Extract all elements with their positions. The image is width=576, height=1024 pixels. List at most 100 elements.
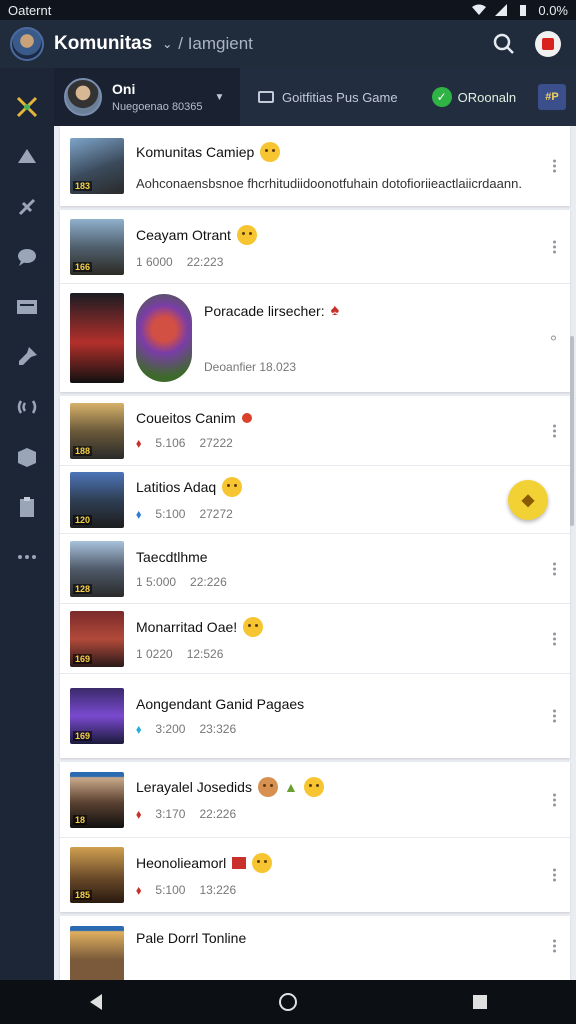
back-button[interactable] xyxy=(74,980,118,1024)
tools-icon xyxy=(18,198,36,216)
notification-button[interactable] xyxy=(530,26,566,62)
thumbnail-badge: 120 xyxy=(73,514,93,525)
more-options-icon[interactable] xyxy=(553,939,556,953)
game-link[interactable]: Goitfitias Pus Game xyxy=(258,90,398,105)
post-thumbnail: 169 xyxy=(70,688,124,744)
list-item[interactable]: 183 Komunitas Camiep Aohconaensbsnoe fhc… xyxy=(60,126,570,206)
post-title: Coueitos Canim xyxy=(136,410,560,426)
status-dot-icon xyxy=(241,413,252,423)
post-thumbnail xyxy=(70,293,124,383)
pin-icon xyxy=(19,347,37,365)
post-meta: ⬧ 3:200 23:326 xyxy=(136,721,237,736)
more-options-icon[interactable] xyxy=(553,709,556,723)
more-options-icon[interactable] xyxy=(553,240,556,253)
post-title: Komunitas Camiep xyxy=(136,141,560,162)
feed-group: 166 Ceayam Otrant 1 6000 22:223 Poracade … xyxy=(60,210,570,392)
post-title: Monarritad Oae! xyxy=(136,616,560,637)
profile-badge[interactable]: #P xyxy=(538,84,566,110)
home-circle-icon xyxy=(279,993,297,1011)
chat-icon xyxy=(18,249,36,266)
sidebar-item-tools[interactable] xyxy=(0,182,54,232)
thumbnail-badge: 183 xyxy=(73,181,93,191)
sidebar-item-signal[interactable] xyxy=(0,382,54,432)
feed-group: Pale Dorrl Tonline xyxy=(60,916,570,980)
list-item[interactable]: 120 Latitios Adaq ⬧ 5:100 27272 ◆ xyxy=(60,466,570,534)
arrow-icon: ⬧ xyxy=(136,436,142,450)
post-meta: ⬧ 5:100 27272 xyxy=(136,507,233,521)
list-item[interactable]: 18 Lerayalel Josedids ▲ ⬧ 3:170 22:226 xyxy=(60,762,570,838)
list-item[interactable]: 128 Taecdtlhme 1 5:000 22:226 xyxy=(60,534,570,604)
post-meta: ⬧ 5:100 13:226 xyxy=(136,882,237,897)
sidebar-item-games[interactable] xyxy=(0,82,54,132)
emoji-icon xyxy=(260,141,281,162)
list-item[interactable]: 188 Coueitos Canim ⬧ 5.106 27222 xyxy=(60,396,570,466)
flag-icon xyxy=(232,856,247,869)
profile-avatar xyxy=(64,78,102,116)
post-thumbnail: 169 xyxy=(70,610,124,667)
list-item[interactable]: 169 Monarritad Oae! 1 0220 12:526 xyxy=(60,604,570,674)
swords-icon xyxy=(16,96,38,118)
post-meta: ⬧ 3:170 22:226 xyxy=(136,807,237,821)
title-dropdown-icon[interactable]: ⌄ xyxy=(162,37,172,51)
list-item[interactable]: 185 Heonolieamorl ⬧ 5:100 13:226 xyxy=(60,838,570,912)
feed-group: 18 Lerayalel Josedids ▲ ⬧ 3:170 22:226 185 … xyxy=(60,762,570,912)
list-item[interactable]: 169 Aongendant Ganid Pagaes ⬧ 3:200 23:326 xyxy=(60,674,570,758)
sidebar-item-home[interactable] xyxy=(0,132,54,182)
list-item[interactable]: Pale Dorrl Tonline xyxy=(60,916,570,980)
wifi-icon xyxy=(472,4,487,15)
sidebar-item-more[interactable] xyxy=(0,532,54,582)
list-item[interactable]: Poracade lirsecher: ♠ Deoanfier 18.023 xyxy=(60,284,570,392)
profile-meta: Nuegoenao 80365 xyxy=(112,101,203,113)
status-bar: Oaternt 0.0% xyxy=(0,0,576,20)
battery-label: 0.0% xyxy=(538,2,568,18)
post-meta: 1 5:000 22:226 xyxy=(136,574,227,589)
recents-icon xyxy=(473,995,487,1009)
more-icon xyxy=(18,555,36,559)
more-options-icon[interactable] xyxy=(553,632,556,645)
quick-action-button[interactable]: ◆ xyxy=(508,479,548,520)
face-icon xyxy=(257,777,278,797)
thumbnail-badge: 169 xyxy=(73,731,93,741)
system-nav-bar xyxy=(0,980,576,1024)
more-options-icon[interactable] xyxy=(551,335,556,341)
sidebar-item-clipboard[interactable] xyxy=(0,482,54,532)
signal-waves-icon xyxy=(17,400,37,414)
feed-group: 188 Coueitos Canim ⬧ 5.106 27222 120 Latit… xyxy=(60,396,570,758)
thumbnail-badge: 166 xyxy=(73,261,93,272)
sidebar-item-pin[interactable] xyxy=(0,332,54,382)
post-title: Taecdtlhme xyxy=(136,548,208,565)
post-title: Heonolieamorl xyxy=(136,852,560,873)
clipboard-icon xyxy=(20,497,34,517)
community-avatar[interactable] xyxy=(10,27,44,61)
more-options-icon[interactable] xyxy=(553,562,556,575)
thumbnail-badge: 169 xyxy=(73,653,93,664)
more-options-icon[interactable] xyxy=(553,424,556,437)
media-icon xyxy=(17,300,37,314)
recents-button[interactable] xyxy=(458,980,502,1024)
post-subtitle: Deoanfier 18.023 xyxy=(204,360,297,374)
sidebar-item-store[interactable] xyxy=(0,432,54,482)
community-feed: 183 Komunitas Camiep Aohconaensbsnoe fhc… xyxy=(54,126,576,980)
list-item[interactable]: 166 Ceayam Otrant 1 6000 22:223 xyxy=(60,210,570,284)
more-options-icon[interactable] xyxy=(553,159,556,173)
box-icon xyxy=(18,448,36,467)
sidebar-item-media[interactable] xyxy=(0,282,54,332)
arrow-icon: ⬧ xyxy=(136,721,142,736)
back-icon xyxy=(90,994,102,1010)
search-button[interactable] xyxy=(486,26,522,62)
thumbnail-badge: 128 xyxy=(73,583,93,594)
post-image xyxy=(136,294,192,382)
signal-icon xyxy=(495,4,508,16)
online-status[interactable]: ✓ ORoonaln xyxy=(431,87,517,107)
plant-icon: ▲ xyxy=(283,779,298,795)
diamond-icon: ◆ xyxy=(521,491,535,509)
more-options-icon[interactable] xyxy=(553,793,556,806)
more-options-icon[interactable] xyxy=(553,868,556,882)
post-description: Aohconaensbsnoe fhcrhitudiidoonotfuhain … xyxy=(136,175,522,191)
feed-scrollbar[interactable] xyxy=(570,336,574,526)
home-button[interactable] xyxy=(266,980,310,1024)
sidebar-item-chat[interactable] xyxy=(0,232,54,282)
post-thumbnail: 128 xyxy=(70,540,124,597)
profile-switcher[interactable]: Oni Nuegoenao 80365 ▼ xyxy=(54,68,240,126)
online-label: ORoonaln xyxy=(457,89,517,105)
